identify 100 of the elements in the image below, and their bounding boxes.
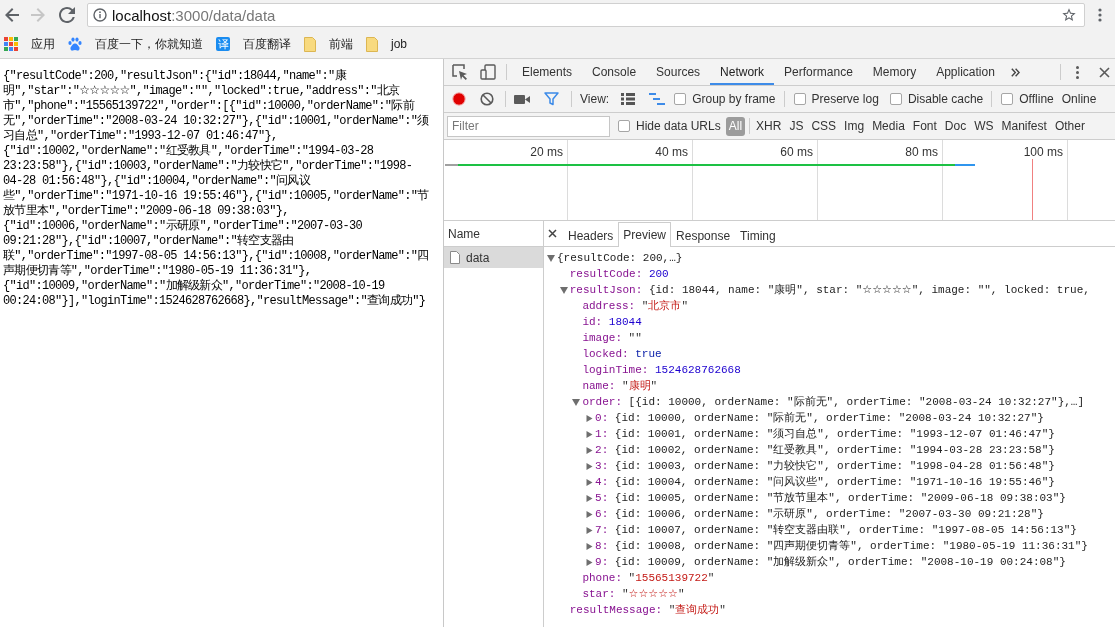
property-key: id: — [582, 314, 603, 330]
view-label: View: — [580, 92, 610, 106]
property-value: 18044 — [608, 315, 642, 330]
checkbox-label[interactable]: Preserve log — [811, 92, 879, 106]
list-view-icon[interactable] — [621, 93, 636, 105]
property-key: resultMessage: — [569, 602, 663, 618]
type-filter[interactable]: JS — [785, 116, 808, 136]
property-value: "☆☆☆☆☆" — [622, 587, 685, 602]
video-camera-icon[interactable] — [514, 93, 530, 105]
close-icon[interactable] — [548, 229, 557, 238]
type-filter[interactable]: Doc — [940, 116, 971, 136]
clear-icon[interactable] — [480, 92, 494, 106]
info-icon[interactable] — [93, 8, 107, 22]
devtools-tab[interactable]: Performance — [774, 59, 863, 85]
type-filter[interactable]: Font — [908, 116, 941, 136]
paw-icon[interactable] — [68, 37, 82, 51]
checkbox[interactable] — [674, 93, 687, 105]
detail-tab[interactable]: Response — [671, 223, 736, 247]
record-icon[interactable] — [452, 92, 466, 106]
column-header[interactable]: Name — [448, 227, 480, 241]
devtools-tab[interactable]: Sources — [646, 59, 711, 85]
triangle-right-icon[interactable] — [585, 478, 594, 486]
property-value: {id: 10007, orderName: "转空支器由联", orderTime: "1997-08-05 14:56:13"} — [614, 523, 1077, 538]
bookmark-link[interactable]: job — [391, 37, 407, 51]
bookmark-link[interactable]: 百度一下，你就知道 — [95, 35, 203, 53]
bookmark-link[interactable]: 前端 — [329, 35, 353, 53]
triangle-right-icon[interactable] — [585, 446, 594, 454]
checkbox[interactable] — [793, 93, 806, 105]
property-value: {id: 10008, orderName: "四声期便切青等", orderTime: "1980-05-19 11:36:31"} — [614, 539, 1088, 554]
property-value: "查询成功" — [668, 603, 726, 618]
inspect-cursor-icon[interactable] — [452, 64, 468, 80]
type-filter[interactable]: WS — [970, 116, 998, 136]
devtools-tab[interactable]: Memory — [862, 59, 927, 85]
back-arrow-icon[interactable] — [4, 7, 20, 23]
property-key: address: — [582, 298, 636, 314]
kebab-menu-icon[interactable] — [1098, 8, 1102, 22]
triangle-right-icon[interactable] — [585, 510, 594, 518]
bookmark-link[interactable]: 百度翻译 — [243, 35, 291, 53]
request-row[interactable]: data — [444, 247, 543, 268]
triangle-right-icon[interactable] — [585, 414, 594, 422]
triangle-down-icon[interactable] — [572, 398, 581, 406]
checkbox[interactable] — [618, 120, 630, 132]
checkbox-label[interactable]: Hide data URLs — [636, 119, 721, 133]
filter-icon[interactable] — [544, 92, 559, 106]
property-key: loginTime: — [582, 362, 649, 378]
type-filter[interactable]: Other — [1050, 116, 1089, 136]
property-key: 9: — [595, 554, 609, 570]
property-key: 0: — [595, 410, 609, 426]
property-value: "15565139722" — [628, 571, 715, 586]
throttling-dropdown[interactable]: Online — [1061, 92, 1097, 106]
devtools-tab[interactable]: Application — [926, 59, 1005, 85]
type-filter[interactable]: Media — [868, 116, 909, 136]
reload-icon[interactable] — [59, 7, 75, 23]
property-key: 5: — [595, 490, 609, 506]
filter-input[interactable]: Filter — [447, 115, 610, 137]
checkbox-label[interactable]: Group by frame — [692, 92, 776, 106]
detail-tab[interactable]: Headers — [563, 223, 619, 247]
device-toolbar-icon[interactable] — [480, 64, 496, 80]
property-value: "" — [628, 331, 642, 346]
property-value: {id: 18044, name: "康明", star: "☆☆☆☆☆", image: "", locked: true, — [648, 283, 1090, 298]
address-bar[interactable]: localhost:3000/data/data — [87, 3, 1085, 27]
devtools-tab[interactable]: Elements — [512, 59, 583, 85]
property-value: 200 — [648, 267, 669, 282]
apps-grid-icon[interactable] — [4, 37, 18, 51]
property-value: 1524628762668 — [655, 363, 741, 378]
devtools-tab[interactable]: Console — [582, 59, 647, 85]
triangle-right-icon[interactable] — [585, 494, 594, 502]
checkbox[interactable] — [889, 93, 902, 105]
detail-tab[interactable]: Preview — [618, 222, 672, 247]
bookmark-link[interactable]: 应用 — [31, 35, 55, 53]
property-value: {id: 10006, orderName: "示研原", orderTime: "2007-03-30 09:21:28"} — [614, 507, 1044, 522]
triangle-right-icon[interactable] — [585, 526, 594, 534]
type-filter[interactable]: Manifest — [997, 116, 1051, 136]
property-value: [{id: 10000, orderName: "际前无", orderTime: "2008-03-24 10:32:27"},…] — [628, 395, 1085, 410]
triangle-right-icon[interactable] — [585, 542, 594, 550]
property-key: 7: — [595, 522, 609, 538]
triangle-right-icon[interactable] — [585, 430, 594, 438]
type-filter[interactable]: Img — [840, 116, 869, 136]
checkbox-label[interactable]: Disable cache — [907, 92, 984, 106]
property-value: {id: 10000, orderName: "际前无", orderTime: "2008-03-24 10:32:27"} — [614, 411, 1044, 426]
detail-tab[interactable]: Timing — [735, 223, 781, 247]
star-icon[interactable] — [1061, 7, 1077, 23]
checkbox-label[interactable]: Offline — [1019, 92, 1054, 106]
kebab-menu-icon[interactable] — [1076, 65, 1079, 79]
type-filter[interactable]: CSS — [807, 116, 841, 136]
property-key: resultJson: — [569, 282, 643, 298]
property-key: locked: — [582, 346, 629, 362]
property-value: "康明" — [622, 379, 658, 394]
property-key: order: — [582, 394, 622, 410]
triangle-down-icon[interactable] — [559, 286, 568, 294]
checkbox[interactable] — [1001, 93, 1014, 105]
property-value: {resultCode: 200,…} — [557, 251, 683, 266]
load-event-line — [1032, 159, 1033, 220]
triangle-right-icon[interactable] — [585, 558, 594, 566]
type-filter[interactable]: XHR — [752, 116, 786, 136]
triangle-down-icon[interactable] — [547, 254, 555, 262]
triangle-right-icon[interactable] — [585, 462, 594, 470]
double-chevron-icon[interactable] — [1010, 67, 1020, 77]
waterfall-icon[interactable] — [649, 93, 666, 105]
close-icon[interactable] — [1099, 66, 1110, 78]
